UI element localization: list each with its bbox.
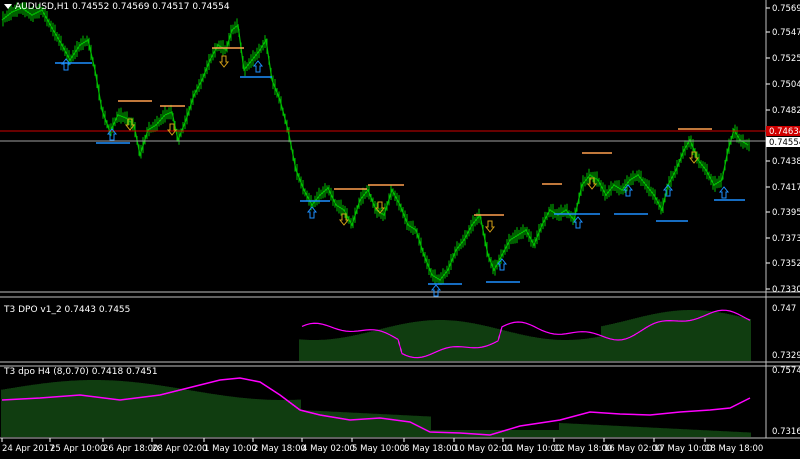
- sell-arrow-icon[interactable]: [218, 55, 230, 68]
- buy-arrow-icon[interactable]: [430, 284, 442, 297]
- indicator2-title: T3 dpo H4 (8,0.70) 0.7418 0.7451: [4, 367, 158, 377]
- time-axis-label: 18 May 18:00: [705, 444, 763, 454]
- price-axis-label: 0.73520: [772, 259, 800, 269]
- sell-arrow-icon[interactable]: [484, 220, 496, 233]
- current-ask-price-label: 0.74634: [769, 127, 800, 137]
- time-axis-label: 2 May 18:00: [253, 444, 306, 454]
- main-chart-title: AUDUSD,H1 0.74552 0.74569 0.74517 0.7455…: [4, 2, 230, 12]
- time-axis-label: 24 Apr 2017: [2, 444, 55, 454]
- time-axis-label: 28 Apr 02:00: [152, 444, 207, 454]
- indicator1-axis-label: 0.747: [772, 304, 796, 314]
- buy-arrow-icon[interactable]: [306, 206, 318, 219]
- time-axis-label: 1 May 10:00: [204, 444, 257, 454]
- price-axis-label: 0.74170: [772, 183, 800, 193]
- time-axis-label: 11 May 10:00: [503, 444, 561, 454]
- time-axis-label: 5 May 10:00: [352, 444, 405, 454]
- indicator1-axis-label: 0.7329: [772, 351, 800, 361]
- current-bid-price-label: 0.74554: [769, 138, 800, 148]
- price-axis-label: 0.73737: [772, 234, 800, 244]
- price-axis-label: 0.74388: [772, 157, 800, 167]
- dropdown-triangle-icon[interactable]: [4, 4, 12, 9]
- chart-window[interactable]: 0.75693 0.75476 0.75258 0.75041 0.74820 0.743…: [0, 0, 800, 456]
- time-axis-label: 25 Apr 10:00: [50, 444, 105, 454]
- main-chart-title-text: AUDUSD,H1 0.74552 0.74569 0.74517 0.7455…: [15, 2, 230, 12]
- price-axis-label: 0.74820: [772, 106, 800, 116]
- price-axis-label: 0.75693: [772, 4, 800, 14]
- time-axis-label: 17 May 10:00: [654, 444, 712, 454]
- time-axis-label: 26 Apr 18:00: [103, 444, 158, 454]
- price-axis-label: 0.75476: [772, 28, 800, 38]
- chart-canvas[interactable]: 0.75693 0.75476 0.75258 0.75041 0.74820 0.743…: [0, 0, 800, 456]
- indicator1-title: T3 DPO v1_2 0.7443 0.7455: [4, 305, 131, 315]
- price-axis-label: 0.75041: [772, 80, 800, 90]
- price-axis-label: 0.73303: [772, 285, 800, 295]
- time-axis-label: 4 May 02:00: [302, 444, 355, 454]
- time-axis-label: 8 May 18:00: [404, 444, 457, 454]
- indicator2-axis-label: 0.7574: [772, 366, 800, 376]
- buy-arrow-icon[interactable]: [252, 60, 264, 73]
- buy-arrow-icon[interactable]: [718, 186, 730, 199]
- price-axis-label: 0.75258: [772, 54, 800, 64]
- price-axis-label: 0.73958: [772, 208, 800, 218]
- indicator2-axis-label: 0.7316: [772, 427, 800, 437]
- price-line: [1, 7, 749, 281]
